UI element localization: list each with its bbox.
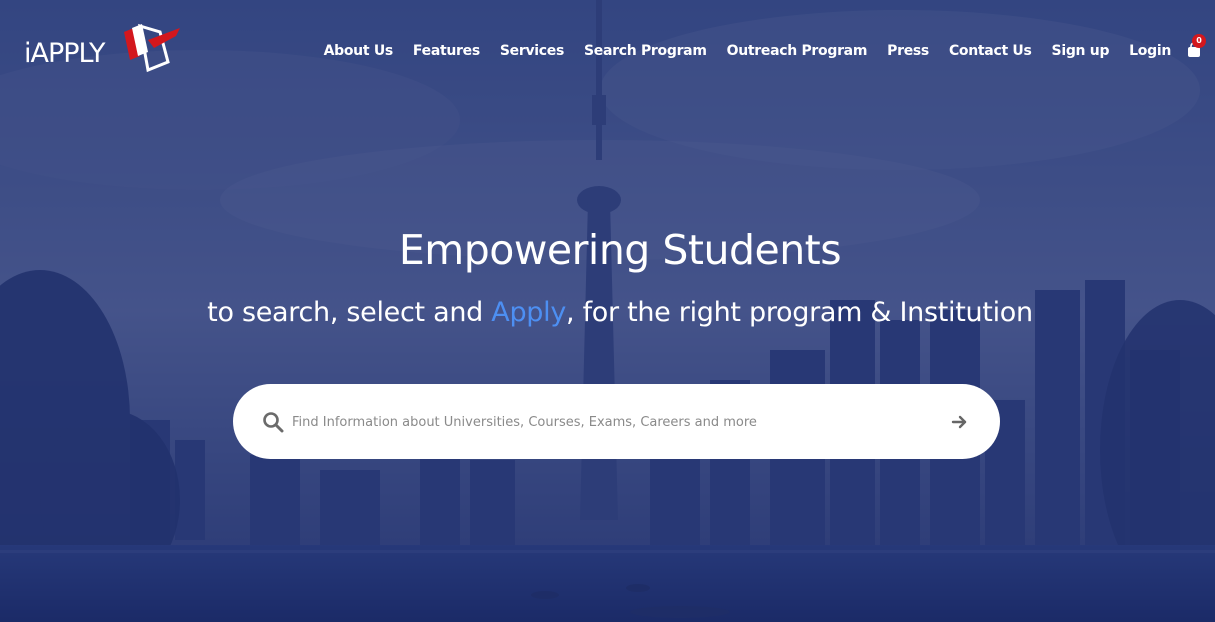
hero-subheadline: to search, select and Apply, for the rig… — [200, 294, 1040, 332]
logo-wordmark: iAPPLY — [24, 38, 105, 69]
main-navigation: About Us Features Services Search Progra… — [304, 40, 1172, 62]
subheadline-after: , for the right program & Institution — [566, 297, 1033, 328]
subheadline-before: to search, select and — [207, 297, 492, 328]
logo-paper-plane-icon — [124, 23, 180, 73]
subheadline-accent: Apply — [491, 297, 567, 328]
nav-search-program[interactable]: Search Program — [584, 43, 707, 59]
nav-features[interactable]: Features — [413, 43, 480, 59]
cart-button[interactable]: 0 — [1184, 34, 1208, 60]
nav-about-us[interactable]: About Us — [324, 43, 394, 59]
search-bar — [233, 384, 1000, 459]
logo-text: APPLY — [30, 38, 106, 69]
search-submit-button[interactable] — [948, 410, 972, 434]
hero-section: iAPPLY About Us Features Services Search… — [0, 0, 1215, 622]
nav-sign-up[interactable]: Sign up — [1052, 43, 1110, 59]
nav-services[interactable]: Services — [500, 43, 564, 59]
arrow-right-icon — [951, 415, 967, 429]
nav-press[interactable]: Press — [887, 43, 929, 59]
iapply-logo[interactable]: iAPPLY — [24, 22, 189, 78]
search-icon — [263, 412, 284, 433]
search-input[interactable] — [292, 408, 932, 436]
nav-contact-us[interactable]: Contact Us — [949, 43, 1032, 59]
cart-count-badge: 0 — [1192, 34, 1206, 48]
nav-outreach-program[interactable]: Outreach Program — [727, 43, 868, 59]
nav-login[interactable]: Login — [1129, 43, 1171, 59]
hero-headline: Empowering Students — [398, 226, 842, 274]
